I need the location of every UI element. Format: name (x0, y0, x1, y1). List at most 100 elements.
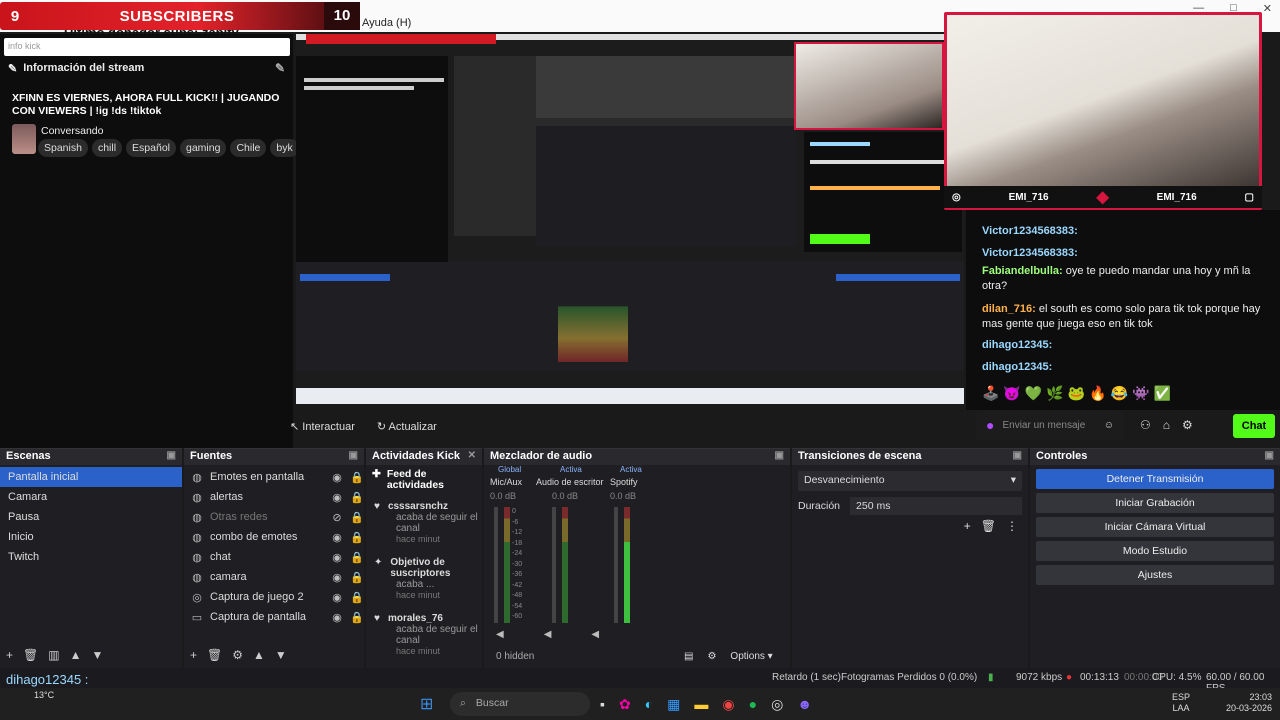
edge-icon[interactable]: ◐ (645, 696, 653, 713)
folder-icon[interactable]: ▬ (694, 696, 708, 713)
eye-icon[interactable]: ◉ (330, 471, 344, 484)
scene-item[interactable]: Inicio (0, 527, 182, 547)
spotify-icon[interactable]: ● (749, 696, 757, 713)
up-icon[interactable]: ▲ (253, 648, 265, 662)
popout-icon[interactable]: ▣ (349, 450, 358, 464)
more-icon[interactable]: ⋮ (1006, 519, 1018, 533)
scene-item[interactable]: Camara (0, 487, 182, 507)
browser-icon: ◍ (192, 531, 202, 544)
options-button[interactable]: Options ▾ (730, 651, 772, 662)
mute-icons[interactable]: ◀◀◀ (496, 629, 639, 640)
down-icon[interactable]: ▼ (91, 648, 103, 662)
lock-icon[interactable]: 🔒 (350, 551, 364, 564)
add-icon[interactable]: + (6, 648, 13, 662)
edit-icon[interactable]: ✎ (275, 61, 285, 75)
eye-icon[interactable]: ◉ (330, 551, 344, 564)
trash-icon[interactable]: 🗑 (23, 648, 38, 662)
chat-send-button[interactable]: Chat (1233, 414, 1275, 438)
activity-name: Objetivo de suscriptores (390, 557, 451, 579)
people-icon[interactable]: ⚇ (1140, 418, 1151, 432)
store-icon[interactable]: ⌂ (1163, 418, 1170, 432)
eye-icon[interactable]: ◉ (330, 491, 344, 504)
channel-name[interactable]: Spotify (610, 477, 638, 487)
scene-item[interactable]: Pausa (0, 507, 182, 527)
source-item[interactable]: ◍ Emotes en pantalla ◉ 🔒 (184, 467, 364, 487)
eye-hidden-icon[interactable]: ⊘ (330, 511, 344, 524)
start-recording-button[interactable]: Iniciar Grabación (1036, 493, 1274, 513)
lock-icon[interactable]: 🔒 (350, 491, 364, 504)
source-item[interactable]: ◍ chat ◉ 🔒 (184, 547, 364, 567)
add-icon[interactable]: + (190, 648, 197, 662)
store-icon[interactable]: ▦ (667, 696, 680, 713)
eye-icon[interactable]: ◉ (330, 531, 344, 544)
dock-title: Mezclador de audio (490, 450, 593, 462)
chrome-icon[interactable]: ◉ (722, 696, 734, 713)
source-item[interactable]: ◎ Captura de juego 2 ◉ 🔒 (184, 587, 364, 607)
chat-input[interactable]: ● Enviar un mensaje ☺ (976, 410, 1124, 440)
transition-select[interactable]: Desvanecimiento ▾ (798, 471, 1022, 491)
discord-icon[interactable]: ☻ (797, 696, 812, 713)
activity-name: morales_76 (387, 613, 443, 624)
volume-slider[interactable] (552, 507, 556, 623)
duration-input[interactable]: 250 ms (850, 497, 1022, 515)
clock[interactable]: 23:03 20-03-2026 (1226, 692, 1272, 714)
lock-icon[interactable]: 🔒 (350, 591, 364, 604)
popout-icon[interactable]: ▣ (1265, 450, 1274, 464)
windows-start-icon[interactable]: ⊞ (420, 694, 433, 714)
mic-icon[interactable]: ● (986, 418, 994, 432)
stream-info-title: Información del stream (23, 62, 145, 74)
popout-icon[interactable]: ▣ (167, 450, 176, 464)
info-search-input[interactable]: info kick (4, 38, 290, 56)
lock-icon[interactable]: 🔒 (350, 571, 364, 584)
source-item[interactable]: ◍ camara ◉ 🔒 (184, 567, 364, 587)
close-icon[interactable]: ✕ (1263, 2, 1272, 15)
app-icon[interactable]: ▪ (600, 696, 605, 713)
scene-item[interactable]: Twitch (0, 547, 182, 567)
lock-icon[interactable]: 🔒 (350, 611, 364, 624)
gear-icon[interactable]: ⚙ (232, 648, 243, 662)
taskbar-search[interactable]: ⌕ Buscar (450, 692, 590, 716)
popout-icon[interactable]: ▣ (1013, 450, 1022, 464)
filter-icon[interactable]: ▥ (48, 648, 59, 662)
add-icon[interactable]: + (964, 519, 971, 533)
lock-icon[interactable]: 🔒 (350, 471, 364, 484)
trash-icon[interactable]: 🗑 (207, 648, 222, 662)
input-language[interactable]: ESP LAA (1172, 692, 1190, 714)
source-item[interactable]: ◍ combo de emotes ◉ 🔒 (184, 527, 364, 547)
eye-icon[interactable]: ◉ (330, 611, 344, 624)
trash-icon[interactable]: 🗑 (981, 519, 996, 533)
volume-slider[interactable] (614, 507, 618, 623)
close-icon[interactable]: ✕ (468, 450, 476, 464)
menu-help[interactable]: Ayuda (H) (362, 17, 411, 29)
lock-icon[interactable]: 🔒 (350, 531, 364, 544)
gear-icon[interactable]: ⚙ (1182, 418, 1193, 432)
eye-icon[interactable]: ◉ (330, 571, 344, 584)
source-item[interactable]: ▭ Captura de pantalla ◉ 🔒 (184, 607, 364, 627)
studio-mode-button[interactable]: Modo Estudio (1036, 541, 1274, 561)
eye-icon[interactable]: ◉ (330, 591, 344, 604)
settings-button[interactable]: Ajustes (1036, 565, 1274, 585)
down-icon[interactable]: ▼ (275, 648, 287, 662)
gear-icon[interactable]: ⚙ (707, 651, 716, 662)
popout-icon[interactable]: ▣ (775, 450, 784, 464)
stop-stream-button[interactable]: Detener Transmisión (1036, 469, 1274, 489)
obs-icon[interactable]: ◎ (771, 696, 783, 713)
layout-icon[interactable]: ▤ (684, 651, 693, 662)
channel-name[interactable]: Mic/Aux (490, 477, 522, 487)
refresh-button[interactable]: ↻ Actualizar (377, 420, 437, 433)
virtual-camera-button[interactable]: Iniciar Cámara Virtual (1036, 517, 1274, 537)
emoji-icon[interactable]: ☺ (1104, 420, 1114, 431)
app-icon[interactable]: ✿ (619, 696, 631, 713)
lock-icon[interactable]: 🔒 (350, 511, 364, 524)
webcam-feed (944, 12, 1262, 210)
interact-button[interactable]: ↖ Interactuar (290, 420, 355, 433)
up-icon[interactable]: ▲ (70, 648, 82, 662)
obs-preview-canvas[interactable] (296, 34, 964, 404)
source-item[interactable]: ◍ alertas ◉ 🔒 (184, 487, 364, 507)
chat-message: dilan_716: el south es como solo para ti… (982, 302, 1272, 332)
volume-slider[interactable] (494, 507, 498, 623)
source-item[interactable]: ◍ Otras redes ⊘ 🔒 (184, 507, 364, 527)
scene-item[interactable]: Pantalla inicial (0, 467, 182, 487)
status-bar: dihago12345 : Retardo (1 sec) Fotogramas… (0, 668, 1280, 694)
channel-name[interactable]: Audio de escritor (536, 477, 604, 487)
